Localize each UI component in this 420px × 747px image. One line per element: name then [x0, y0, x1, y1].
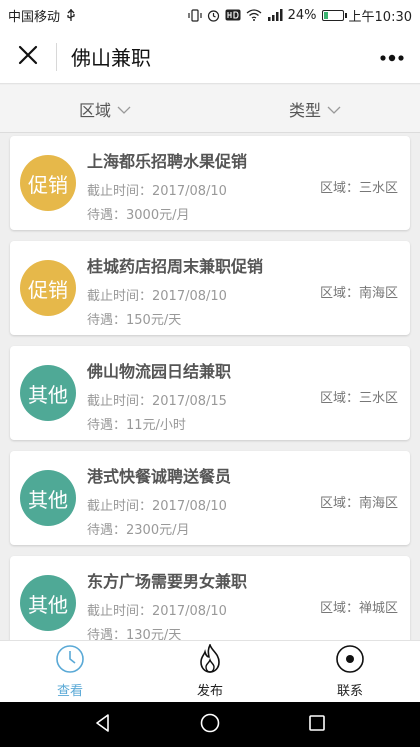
recents-square-icon	[307, 713, 327, 737]
filter-type[interactable]: 类型	[210, 85, 420, 132]
close-icon	[18, 45, 38, 69]
job-area: 区域：南海区	[319, 286, 398, 301]
category-badge: 促销	[20, 155, 76, 211]
battery-percent: 24%	[287, 7, 317, 23]
clock-icon	[53, 644, 87, 678]
job-area: 区域：南海区	[319, 496, 398, 511]
back-button[interactable]	[83, 705, 123, 745]
job-deadline: 截止时间：2017/08/10	[87, 499, 227, 514]
job-list[interactable]: 促销 上海都乐招聘水果促销 截止时间：2017/08/10 待遇：3000元/月…	[0, 133, 420, 640]
job-salary: 待遇：150元/天	[87, 313, 182, 328]
chevron-down-icon	[327, 99, 341, 118]
filter-bar: 区域 类型	[0, 85, 420, 133]
filter-type-label: 类型	[288, 100, 321, 120]
tab-contact[interactable]: 联系	[280, 641, 420, 702]
recents-button[interactable]	[297, 705, 337, 745]
bottom-tab-bar: 查看 发布 联系	[0, 640, 420, 702]
job-card[interactable]: 其他 港式快餐诚聘送餐员 截止时间：2017/08/10 待遇：2300元/月 …	[10, 451, 410, 545]
alarm-icon	[207, 9, 220, 22]
job-salary: 待遇：130元/天	[87, 628, 182, 640]
job-deadline: 截止时间：2017/08/10	[87, 604, 227, 619]
job-salary: 待遇：3000元/月	[87, 208, 190, 223]
job-card[interactable]: 促销 上海都乐招聘水果促销 截止时间：2017/08/10 待遇：3000元/月…	[10, 136, 410, 230]
job-area: 区域：三水区	[319, 391, 398, 406]
job-card[interactable]: 促销 桂城药店招周末兼职促销 截止时间：2017/08/10 待遇：150元/天…	[10, 241, 410, 335]
fire-icon	[193, 642, 227, 678]
title-divider	[56, 42, 57, 71]
category-badge: 其他	[20, 575, 76, 631]
more-dots-icon	[380, 47, 404, 66]
job-area: 区域：禅城区	[319, 601, 398, 616]
clock-time: 上午10:30	[348, 9, 412, 25]
tab-publish[interactable]: 发布	[140, 641, 280, 702]
job-title: 佛山物流园日结兼职	[87, 362, 232, 381]
job-title: 东方广场需要男女兼职	[87, 572, 248, 591]
home-circle-icon	[199, 712, 221, 738]
home-button[interactable]	[190, 705, 230, 745]
job-salary: 待遇：11元/小时	[87, 418, 186, 433]
job-title: 港式快餐诚聘送餐员	[87, 467, 232, 486]
job-title: 桂城药店招周末兼职促销	[87, 257, 264, 276]
tab-view-label: 查看	[56, 684, 83, 699]
system-nav-bar	[0, 702, 420, 747]
filter-area-label: 区域	[78, 100, 111, 120]
category-badge: 促销	[20, 260, 76, 316]
more-button[interactable]	[364, 30, 420, 84]
battery-icon	[321, 9, 347, 21]
job-deadline: 截止时间：2017/08/10	[87, 184, 227, 199]
wifi-icon	[246, 9, 262, 21]
page-title: 佛山兼职	[71, 46, 151, 70]
category-badge: 其他	[20, 365, 76, 421]
title-bar: 佛山兼职	[0, 30, 420, 84]
carrier-label: 中国移动	[8, 9, 61, 25]
job-deadline: 截止时间：2017/08/15	[87, 394, 227, 409]
job-card[interactable]: 其他 东方广场需要男女兼职 截止时间：2017/08/10 待遇：130元/天 …	[10, 556, 410, 640]
close-button[interactable]	[0, 30, 56, 84]
tab-contact-label: 联系	[336, 684, 363, 699]
tab-publish-label: 发布	[196, 684, 223, 699]
job-salary: 待遇：2300元/月	[87, 523, 190, 538]
category-badge: 其他	[20, 470, 76, 526]
hd-icon	[225, 9, 241, 21]
tab-view[interactable]: 查看	[0, 641, 140, 702]
job-area: 区域：三水区	[319, 181, 398, 196]
job-card[interactable]: 其他 佛山物流园日结兼职 截止时间：2017/08/15 待遇：11元/小时 区…	[10, 346, 410, 440]
status-bar: 中国移动 24% 上午10:30	[0, 0, 420, 30]
usb-icon	[66, 8, 76, 22]
signal-icon	[267, 9, 283, 21]
vibrate-icon	[188, 8, 202, 22]
job-title: 上海都乐招聘水果促销	[87, 152, 248, 171]
contact-icon	[333, 644, 367, 678]
filter-area[interactable]: 区域	[0, 85, 210, 132]
chevron-down-icon	[117, 99, 131, 118]
job-deadline: 截止时间：2017/08/10	[87, 289, 227, 304]
back-triangle-icon	[93, 713, 113, 737]
